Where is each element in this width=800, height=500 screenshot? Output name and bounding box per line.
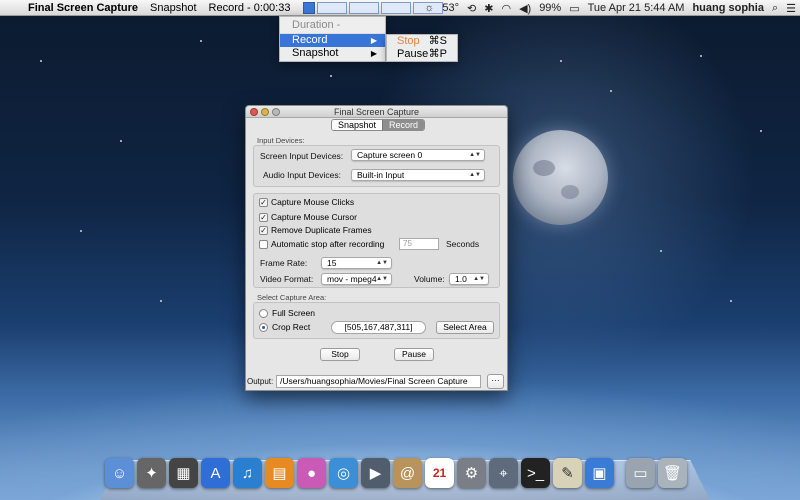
- title-bar[interactable]: Final Screen Capture: [246, 106, 507, 118]
- capture-cursor-checkbox[interactable]: ✓ Capture Mouse Cursor: [259, 212, 357, 222]
- snapshot-menu-item[interactable]: Snapshot ▶: [280, 47, 385, 60]
- zoom-icon[interactable]: [272, 108, 280, 116]
- close-icon[interactable]: [250, 108, 258, 116]
- screen-input-label: Screen Input Devices:: [260, 151, 344, 161]
- trash-icon[interactable]: 🗑: [658, 458, 687, 488]
- weather-icon[interactable]: ☼: [420, 2, 438, 14]
- volume-icon[interactable]: ◀): [515, 2, 535, 15]
- tab-record[interactable]: Record: [382, 120, 425, 130]
- audio-input-label: Audio Input Devices:: [263, 170, 341, 180]
- menu-bar: Final Screen Capture Snapshot Record - 0…: [0, 0, 800, 16]
- contacts-icon[interactable]: @: [393, 458, 422, 488]
- select-area-button[interactable]: Select Area: [436, 321, 494, 334]
- full-screen-radio[interactable]: Full Screen: [259, 308, 315, 318]
- stop-button[interactable]: Stop: [320, 348, 360, 361]
- video-format-label: Video Format:: [260, 274, 314, 284]
- snapshot-menu[interactable]: Snapshot: [144, 0, 202, 16]
- moon-image: [513, 130, 608, 225]
- downloads-icon[interactable]: ▭: [626, 458, 655, 488]
- remove-duplicates-checkbox[interactable]: ✓ Remove Duplicate Frames: [259, 225, 372, 235]
- record-submenu: Stop ⌘S Pause ⌘P: [386, 34, 458, 62]
- game-center-icon[interactable]: ●: [297, 458, 326, 488]
- input-devices-label: Input Devices:: [257, 136, 305, 145]
- facetime-icon[interactable]: ▶: [361, 458, 390, 488]
- window-title: Final Screen Capture: [333, 107, 420, 117]
- temperature[interactable]: 53°: [438, 2, 463, 14]
- launchpad-icon[interactable]: ✦: [137, 458, 166, 488]
- audio-input-select[interactable]: Built-in Input ▲▼: [351, 169, 485, 181]
- tab-switcher: Snapshot Record: [331, 119, 426, 131]
- final-screen-capture-icon[interactable]: ▣: [585, 458, 614, 488]
- dock-icons: ☺ ✦ ▦ A ♫ ▤ ● ◎ ▶ @ 21 ⚙ ⌖ >_ ✎ ▣ ▭ 🗑: [105, 458, 687, 494]
- notification-icon[interactable]: ☰: [782, 2, 800, 15]
- itunes-icon[interactable]: ♫: [233, 458, 262, 488]
- volume-select[interactable]: 1.0 ▲▼: [449, 273, 489, 285]
- capture-clicks-checkbox[interactable]: ✓ Capture Mouse Clicks: [259, 197, 354, 207]
- seconds-label: Seconds: [446, 239, 480, 249]
- frame-rate-select[interactable]: 15 ▲▼: [321, 257, 392, 269]
- submenu-arrow-icon: ▶: [370, 49, 377, 58]
- battery-level[interactable]: 99%: [535, 2, 565, 14]
- volume-label: Volume:: [414, 274, 445, 284]
- crop-rect-value[interactable]: [505,167,487,311]: [331, 321, 426, 334]
- tab-snapshot[interactable]: Snapshot: [332, 120, 383, 130]
- pause-button[interactable]: Pause: [394, 348, 434, 361]
- record-menu-item[interactable]: Record ▶: [280, 34, 385, 47]
- wifi-icon[interactable]: ◠: [497, 2, 515, 15]
- calendar-icon[interactable]: 21: [425, 458, 454, 488]
- crop-rect-radio[interactable]: Crop Rect: [259, 322, 310, 332]
- capture-area-label: Select Capture Area:: [257, 293, 327, 302]
- app-store-icon[interactable]: A: [201, 458, 230, 488]
- browse-button[interactable]: ···: [487, 374, 504, 389]
- capture-window: Final Screen Capture Snapshot Record Inp…: [245, 105, 508, 391]
- user-menu[interactable]: huang sophia: [688, 2, 768, 14]
- output-path-field[interactable]: /Users/huangsophia/Movies/Final Screen C…: [276, 375, 481, 388]
- battery-icon[interactable]: ▭: [565, 2, 583, 15]
- auto-stop-checkbox[interactable]: Automatic stop after recording: [259, 239, 384, 249]
- status-menu: Duration - 0:00:33 Record▶ Snapshot▶: [279, 16, 386, 62]
- auto-stop-seconds-input[interactable]: 75: [399, 238, 439, 250]
- video-format-select[interactable]: mov - mpeg4 ▲▼: [321, 273, 392, 285]
- system-preferences-icon[interactable]: ⚙: [457, 458, 486, 488]
- bluetooth-icon[interactable]: ✱: [480, 2, 497, 15]
- safari-icon[interactable]: ◎: [329, 458, 358, 488]
- record-status-menu[interactable]: Record - 0:00:33: [203, 0, 297, 16]
- spotlight-icon[interactable]: ⌕: [768, 2, 782, 15]
- frame-rate-label: Frame Rate:: [260, 258, 308, 268]
- mission-control-icon[interactable]: ▦: [169, 458, 198, 488]
- network-utility-icon[interactable]: ⌖: [489, 458, 518, 488]
- output-label: Output:: [247, 377, 274, 386]
- pause-menu-item[interactable]: Pause ⌘P: [387, 48, 457, 61]
- finder-icon[interactable]: ☺: [105, 458, 134, 488]
- terminal-icon[interactable]: >_: [521, 458, 550, 488]
- app-menu[interactable]: Final Screen Capture: [22, 0, 144, 16]
- screen-input-select[interactable]: Capture screen 0 ▲▼: [351, 149, 485, 161]
- stop-menu-item[interactable]: Stop ⌘S: [387, 35, 457, 48]
- minimize-icon[interactable]: [261, 108, 269, 116]
- clock[interactable]: Tue Apr 21 5:44 AM: [584, 2, 689, 14]
- submenu-arrow-icon: ▶: [370, 36, 377, 45]
- textedit-icon[interactable]: ✎: [553, 458, 582, 488]
- ibooks-icon[interactable]: ▤: [265, 458, 294, 488]
- duration-item: Duration - 0:00:33: [280, 17, 385, 48]
- sync-icon[interactable]: ⟲: [463, 2, 480, 15]
